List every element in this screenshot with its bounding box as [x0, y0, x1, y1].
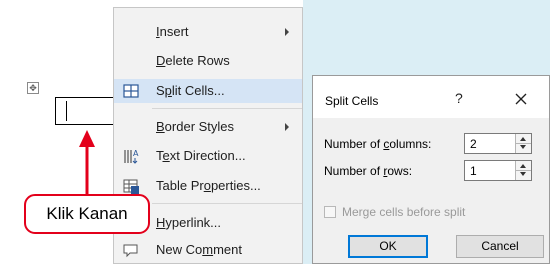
menu-item-label: Insert: [156, 24, 189, 39]
rows-stepper[interactable]: 1: [464, 160, 532, 181]
close-icon[interactable]: [507, 85, 535, 113]
menu-item-label: Split Cells...: [156, 83, 225, 98]
menu-item-label: Text Direction...: [156, 148, 246, 163]
spin-divider: [516, 170, 531, 171]
menu-item-label: Table Properties...: [156, 178, 261, 193]
columns-label: Number of columns:: [324, 137, 432, 151]
menu-separator: [152, 108, 302, 109]
menu-item-label: New Comment: [156, 242, 242, 257]
rows-label: Number of rows:: [324, 164, 413, 178]
cancel-button[interactable]: Cancel: [456, 235, 544, 258]
svg-text:A: A: [133, 149, 139, 158]
menu-item-delete-rows[interactable]: Delete Rows: [114, 49, 302, 73]
table-move-handle-icon[interactable]: ✥: [27, 82, 39, 94]
help-button[interactable]: ?: [455, 90, 463, 106]
merge-cells-label: Merge cells before split: [342, 205, 466, 219]
submenu-arrow-icon: [285, 28, 289, 36]
menu-separator: [152, 203, 302, 204]
text-direction-icon: A: [124, 149, 139, 164]
menu-item-border-styles[interactable]: Border Styles: [114, 115, 302, 139]
spin-down-icon[interactable]: [520, 172, 526, 176]
menu-item-new-comment[interactable]: New Comment: [114, 238, 302, 262]
annotation-label: Klik Kanan: [24, 194, 150, 234]
spin-divider: [516, 143, 531, 144]
table-properties-icon: [123, 179, 139, 194]
split-cells-dialog: Split Cells ? Number of columns: 2 Numbe…: [312, 75, 550, 264]
submenu-arrow-icon: [285, 123, 289, 131]
menu-item-text-direction[interactable]: A Text Direction...: [114, 144, 302, 168]
columns-value[interactable]: 2: [470, 137, 477, 151]
text-cursor: [66, 101, 67, 121]
menu-item-split-cells[interactable]: Split Cells...: [114, 79, 302, 103]
spin-up-icon[interactable]: [520, 164, 526, 168]
screenshot-canvas: ✥ Insert Delete Rows Split Cells... Bord…: [0, 0, 550, 264]
spin-down-icon[interactable]: [520, 145, 526, 149]
dialog-title: Split Cells: [325, 94, 379, 108]
columns-stepper[interactable]: 2: [464, 133, 532, 154]
rows-value[interactable]: 1: [470, 164, 477, 178]
spin-buttons[interactable]: [515, 161, 531, 180]
spin-up-icon[interactable]: [520, 137, 526, 141]
split-cells-icon: [123, 84, 139, 98]
menu-item-label: Hyperlink...: [156, 215, 222, 230]
dialog-titlebar[interactable]: Split Cells ?: [313, 76, 549, 118]
merge-cells-checkbox[interactable]: [324, 206, 336, 218]
ok-button[interactable]: OK: [348, 235, 428, 258]
comment-icon: [123, 244, 138, 258]
menu-item-label: Border Styles: [156, 119, 235, 134]
menu-item-insert[interactable]: Insert: [114, 20, 302, 44]
menu-item-label: Delete Rows: [156, 53, 230, 68]
spin-buttons[interactable]: [515, 134, 531, 153]
